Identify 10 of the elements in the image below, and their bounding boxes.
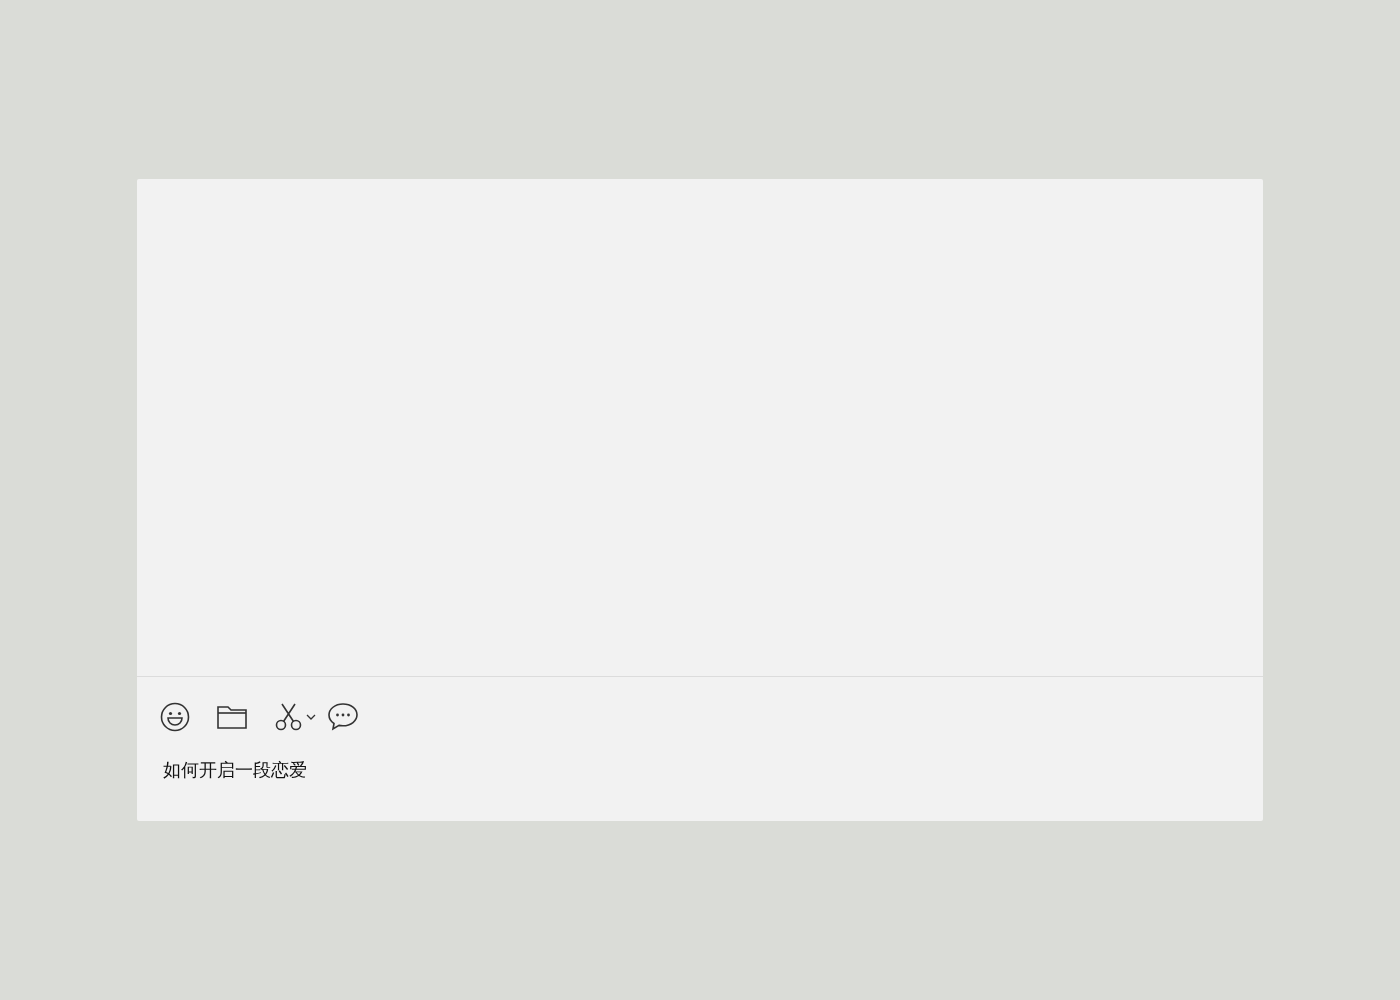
emoji-button[interactable] xyxy=(159,701,191,733)
message-input[interactable]: 如何开启一段恋爱 xyxy=(163,759,1263,781)
folder-icon xyxy=(216,703,248,731)
scissors-icon xyxy=(275,702,303,732)
caret-icon xyxy=(305,713,317,721)
speech-bubble-icon xyxy=(327,702,359,732)
screenshot-button[interactable] xyxy=(275,702,317,732)
file-button[interactable] xyxy=(216,703,248,731)
smiley-icon xyxy=(159,701,191,733)
chat-button[interactable] xyxy=(327,702,359,732)
